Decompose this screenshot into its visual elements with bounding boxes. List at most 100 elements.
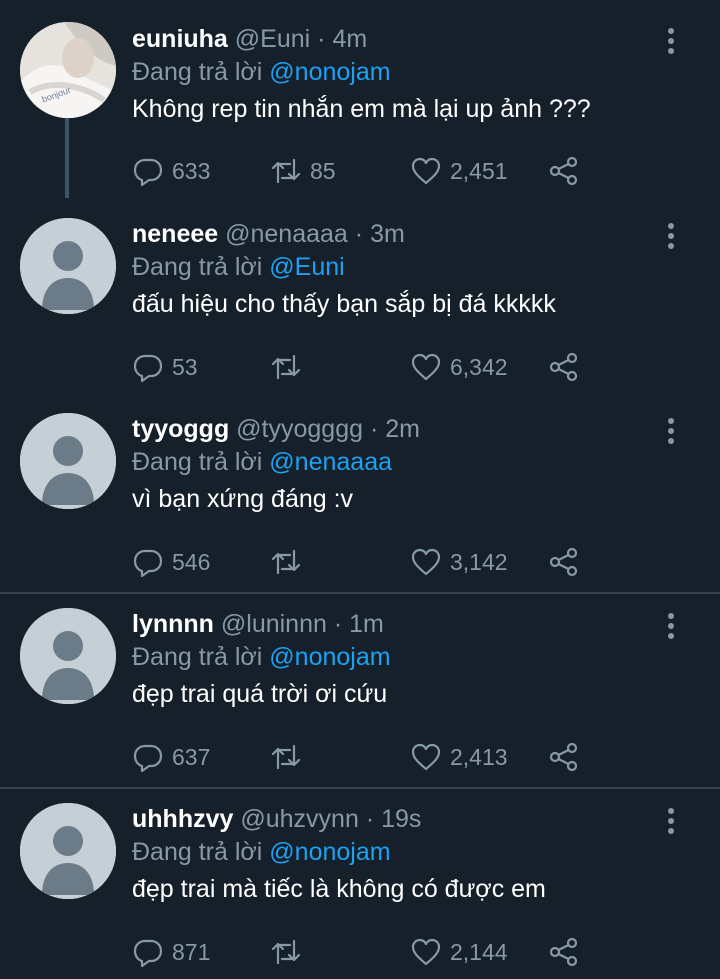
more-options-icon[interactable] [662,28,680,56]
avatar-lynnnn[interactable] [20,608,116,704]
reply-button[interactable]: 546 [132,545,210,579]
retweet-button[interactable] [270,935,310,969]
share-button[interactable] [548,740,580,774]
share-button[interactable] [548,350,580,384]
tweet-text: đẹp trai mà tiếc là không có được em [132,875,546,903]
tweet-text: đẹp trai quá trời ơi cứu [132,680,388,708]
share-icon [549,352,578,382]
share-icon [549,937,578,967]
tweet-neneee[interactable]: neneee @nenaaaa · 3m Đang trả lời @Euni … [0,195,720,390]
retweet-button[interactable] [270,740,310,774]
tweet-header: lynnnn @luninnn · 1m [132,609,700,639]
share-button[interactable] [548,545,580,579]
like-button[interactable]: 3,142 [410,545,508,579]
user-handle[interactable]: @nenaaaa [225,220,348,248]
like-count: 6,342 [450,353,508,380]
reply-count: 871 [172,938,211,965]
display-name[interactable]: uhhhzvy [132,805,233,833]
tweet-actions: 633 85 2,451 [132,154,592,188]
tweet-tyyoggg[interactable]: tyyoggg @tyyogggg · 2m Đang trả lời @nen… [0,390,720,585]
tweet-text: vì bạn xứng đáng :v [132,485,354,513]
like-button[interactable]: 2,413 [410,740,508,774]
retweet-count: 85 [310,157,336,184]
more-options-icon[interactable] [662,223,680,251]
display-name[interactable]: tyyoggg [132,415,229,443]
mention-link[interactable]: @nenaaaa [269,448,392,476]
tweet-actions: 53 6,342 [132,350,592,384]
heart-icon [411,157,441,185]
like-button[interactable]: 2,144 [410,935,508,969]
reply-icon [133,158,163,187]
reply-button[interactable]: 871 [132,935,210,969]
avatar-euniuha[interactable]: bonjour [20,22,116,118]
avatar-neneee[interactable] [20,218,116,314]
user-handle[interactable]: @tyyogggg [236,415,363,443]
tweet-actions: 546 3,142 [132,545,592,579]
display-name[interactable]: neneee [132,220,218,248]
tweet-uhhhzvy[interactable]: uhhhzvy @uhzvynn · 19s Đang trả lời @non… [0,780,720,975]
display-name[interactable]: lynnnn [132,610,214,638]
like-count: 2,413 [450,743,508,770]
mention-link[interactable]: @Euni [269,253,344,281]
like-button[interactable]: 2,451 [410,154,508,188]
reply-button[interactable]: 637 [132,740,210,774]
timestamp[interactable]: · 1m [334,610,384,638]
timestamp[interactable]: · 3m [355,220,405,248]
replying-to: Đang trả lời @nenaaaa [132,446,700,478]
default-avatar-icon [20,218,116,314]
tweet-text: Không rep tin nhắn em mà lại up ảnh ??? [132,95,591,123]
display-name[interactable]: euniuha [132,25,228,53]
more-options-icon[interactable] [662,418,680,446]
default-avatar-icon [20,803,116,899]
tweet-header: tyyoggg @tyyogggg · 2m [132,414,700,444]
user-handle[interactable]: @Euni [235,25,310,53]
replying-to-label: Đang trả lời [132,643,263,671]
share-icon [549,742,578,772]
more-options-icon[interactable] [662,808,680,836]
share-button[interactable] [548,154,580,188]
retweet-icon [271,939,301,965]
reply-button[interactable]: 53 [132,350,198,384]
tweet-header: neneee @nenaaaa · 3m [132,219,700,249]
heart-icon [411,548,441,576]
tweet-euniuha[interactable]: bonjour euniuha @Euni · 4m Đang trả lời … [0,0,720,198]
replying-to-label: Đang trả lời [132,448,263,476]
retweet-icon [271,354,301,380]
reply-thread-feed: bonjour euniuha @Euni · 4m Đang trả lời … [0,0,720,979]
retweet-icon [271,744,301,770]
tweet-body: euniuha @Euni · 4m Đang trả lời @nonojam… [132,24,700,126]
tweet-header: uhhhzvy @uhzvynn · 19s [132,804,700,834]
reply-icon [133,744,163,773]
replying-to: Đang trả lời @nonojam [132,641,700,673]
retweet-button[interactable] [270,350,310,384]
tweet-text: đấu hiệu cho thấy bạn sắp bị đá kkkkk [132,290,556,318]
timestamp[interactable]: · 4m [317,25,367,53]
share-button[interactable] [548,935,580,969]
reply-count: 637 [172,743,211,770]
like-button[interactable]: 6,342 [410,350,508,384]
retweet-icon [271,549,301,575]
retweet-button[interactable] [270,545,310,579]
mention-link[interactable]: @nonojam [269,643,390,671]
mention-link[interactable]: @nonojam [269,838,390,866]
timestamp[interactable]: · 19s [366,805,422,833]
mention-link[interactable]: @nonojam [269,58,390,86]
retweet-button[interactable]: 85 [270,154,336,188]
more-options-icon[interactable] [662,613,680,641]
share-icon [549,156,578,186]
user-handle[interactable]: @luninnn [221,610,327,638]
user-handle[interactable]: @uhzvynn [240,805,359,833]
share-icon [549,547,578,577]
tweet-lynnnn[interactable]: lynnnn @luninnn · 1m Đang trả lời @nonoj… [0,585,720,780]
tweet-body: lynnnn @luninnn · 1m Đang trả lời @nonoj… [132,609,700,711]
thread-connector-line [65,118,69,198]
avatar-uhhhzvy[interactable] [20,803,116,899]
reply-button[interactable]: 633 [132,154,210,188]
reply-count: 546 [172,548,211,575]
default-avatar-icon [20,608,116,704]
avatar-tyyoggg[interactable] [20,413,116,509]
tweet-header: euniuha @Euni · 4m [132,24,700,54]
timestamp[interactable]: · 2m [370,415,420,443]
replying-to: Đang trả lời @nonojam [132,836,700,868]
replying-to: Đang trả lời @nonojam [132,56,700,88]
